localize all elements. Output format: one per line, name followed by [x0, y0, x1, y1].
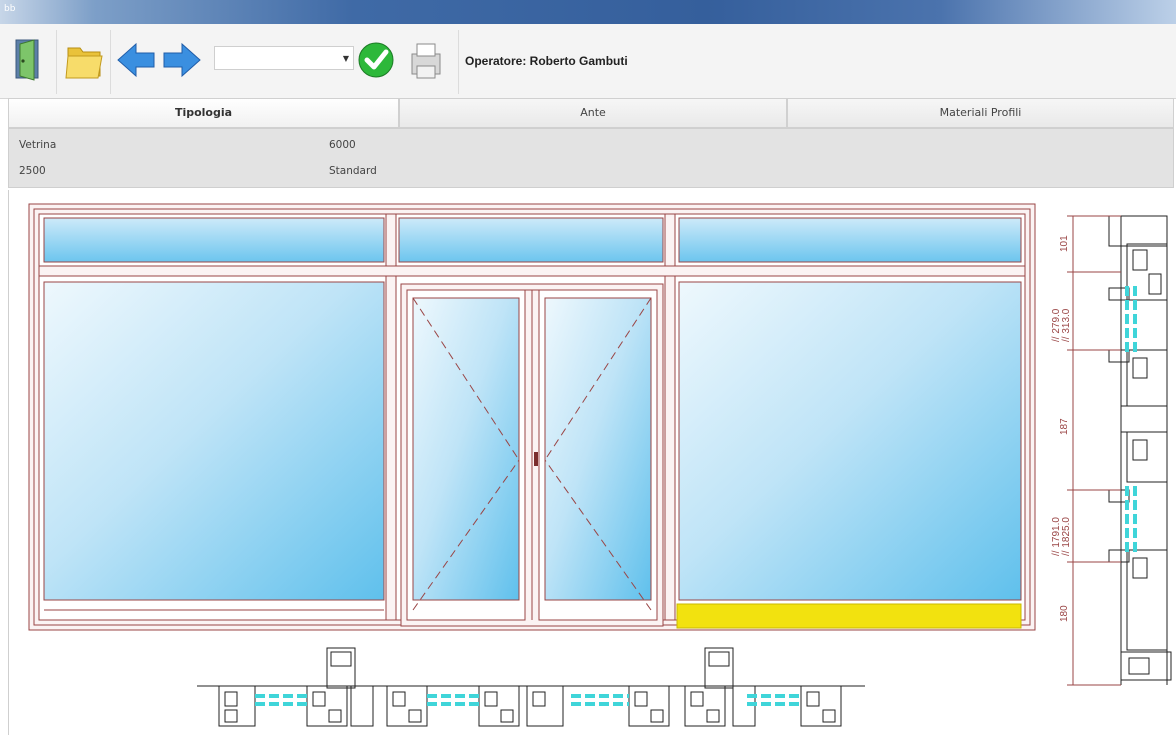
yellow-sill: [676, 603, 1022, 629]
dimension-label: 101: [1059, 235, 1070, 252]
horizontal-section-glass: [255, 694, 801, 706]
drawing-canvas: 101 // 279.0 // 313.0 187 // 1791.0 // 1…: [8, 190, 1175, 735]
toolbar-separator: [458, 30, 459, 94]
toolbar-separator: [56, 30, 57, 94]
vertical-section-glass: [1125, 286, 1137, 554]
dimension-label: // 313.0: [1061, 308, 1072, 342]
print-icon[interactable]: [404, 36, 448, 84]
tab-ante[interactable]: Ante: [399, 98, 787, 128]
double-door: [400, 283, 664, 627]
exit-door-icon[interactable]: [6, 36, 50, 84]
toolbar: ▼ Operatore: Roberto Gambuti: [0, 24, 1176, 99]
tab-bar: Tipologia Ante Materiali Profili: [8, 98, 1174, 128]
tipologia-info-panel: Vetrina 6000 2500 Standard: [8, 128, 1174, 188]
vertical-section-profile: [1108, 215, 1172, 685]
back-arrow-icon[interactable]: [114, 36, 158, 84]
info-width: 6000: [329, 139, 356, 151]
toolbar-separator: [110, 30, 111, 94]
info-height: 2500: [19, 165, 46, 177]
tab-tipologia[interactable]: Tipologia: [8, 98, 399, 128]
dimension-label: 187: [1059, 418, 1070, 435]
dimension-label: // 1825.0: [1061, 517, 1072, 556]
window-title-bar: bb: [0, 0, 1176, 24]
dimension-label: 180: [1059, 605, 1070, 622]
window-title: bb: [4, 4, 16, 14]
selection-combo[interactable]: ▼: [214, 46, 354, 70]
info-type: Vetrina: [19, 139, 57, 151]
operator-label: Operatore: Roberto Gambuti: [465, 54, 628, 68]
fixed-pane-right: [678, 281, 1022, 601]
window-drawing: 101 // 279.0 // 313.0 187 // 1791.0 // 1…: [28, 203, 1172, 727]
confirm-check-icon[interactable]: [356, 36, 400, 84]
info-variant: Standard: [329, 165, 377, 177]
top-pane-right: [678, 217, 1022, 263]
top-pane-left: [43, 217, 385, 263]
fixed-pane-left: [43, 281, 385, 601]
forward-arrow-icon[interactable]: [160, 36, 204, 84]
dimension-lines: [1067, 215, 1121, 686]
tab-materiali-profili[interactable]: Materiali Profili: [787, 98, 1174, 128]
door-handle-icon: [534, 452, 538, 466]
top-pane-center: [398, 217, 664, 263]
horizontal-section-profile: [197, 647, 865, 727]
open-folder-icon[interactable]: [62, 36, 106, 84]
chevron-down-icon[interactable]: ▼: [343, 54, 349, 63]
